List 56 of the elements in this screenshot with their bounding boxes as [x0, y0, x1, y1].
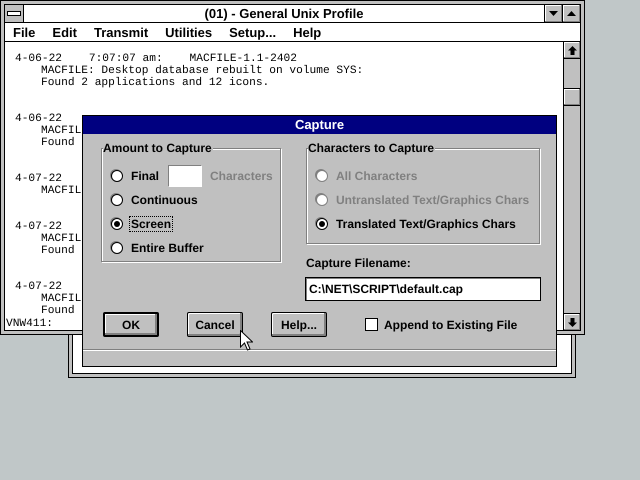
down-triangle-icon [549, 11, 558, 16]
minimize-button[interactable] [544, 5, 562, 22]
maximize-button[interactable] [562, 5, 580, 22]
vertical-scrollbar[interactable] [563, 42, 580, 330]
up-arrow-icon [568, 46, 576, 54]
option-label[interactable]: Continuous [129, 192, 200, 208]
checkbox[interactable] [365, 318, 378, 331]
terminal-line: Found [40, 305, 75, 317]
menu-item[interactable]: File [13, 24, 36, 40]
terminal-line: Found 2 applications and 12 icons. [40, 77, 270, 89]
checkbox-label[interactable]: Append to Existing File [384, 318, 518, 332]
terminal-line: MACFIL [40, 185, 82, 197]
terminal-prompt: VNW411: [6, 318, 53, 330]
menu-item[interactable]: Setup... [229, 24, 276, 40]
radio-button[interactable] [111, 194, 123, 206]
terminal-line: 4-07-22 [15, 221, 62, 233]
count-field[interactable] [168, 165, 202, 187]
menu-item[interactable]: Edit [52, 24, 77, 40]
down-arrow-icon [568, 318, 576, 326]
scroll-thumb[interactable] [564, 88, 580, 106]
option-label[interactable]: Screen [129, 216, 174, 232]
terminal-line: MACFIL [40, 233, 82, 245]
terminal-line: MACFIL [40, 125, 82, 137]
scroll-up-button[interactable] [564, 42, 580, 59]
terminal-line: MACFIL [40, 293, 82, 305]
radio-button[interactable] [111, 242, 123, 254]
mouse-pointer-icon [240, 330, 253, 351]
terminal-line: 4-07-22 [15, 281, 62, 293]
terminal-line: 4-06-22 [15, 113, 62, 125]
radio-button[interactable] [111, 218, 123, 230]
radio-button[interactable] [111, 170, 123, 182]
system-menu-button[interactable] [5, 5, 24, 22]
terminal-line: 4-07-22 [15, 173, 62, 185]
dialog-button[interactable]: Help... [271, 312, 327, 337]
dialog-button[interactable]: OK [103, 312, 159, 337]
option-label[interactable]: Translated Text/Graphics Chars [334, 216, 518, 232]
menu-item[interactable]: Help [293, 24, 322, 40]
up-triangle-icon [567, 11, 576, 16]
dialog-title: Capture [83, 116, 556, 134]
dialog-button[interactable]: Cancel [187, 312, 243, 337]
filename-field[interactable]: C:\NET\SCRIPT\default.cap [305, 277, 541, 301]
terminal-line: Found [40, 137, 75, 149]
option-label[interactable]: Final [129, 168, 162, 184]
unit-label: Characters [210, 169, 273, 183]
menu-item[interactable]: Transmit [94, 24, 148, 40]
menu-item[interactable]: Utilities [165, 24, 212, 40]
terminal-line: MACFILE: Desktop database rebuilt on volume SYS: [40, 65, 364, 77]
group-label: Amount to Capture [103, 141, 213, 155]
radio-button[interactable] [316, 218, 328, 230]
terminal-line: 4-06-22 7:07:07 am: MACFILE-1.1-2402 [15, 53, 297, 65]
option-label[interactable]: Entire Buffer [129, 240, 206, 256]
terminal-line: Found [40, 245, 75, 257]
field-label: Capture Filename: [306, 256, 412, 270]
scroll-down-button[interactable] [564, 313, 580, 330]
window-title: (01) - General Unix Profile [204, 5, 364, 22]
group-label: Characters to Capture [308, 141, 436, 155]
